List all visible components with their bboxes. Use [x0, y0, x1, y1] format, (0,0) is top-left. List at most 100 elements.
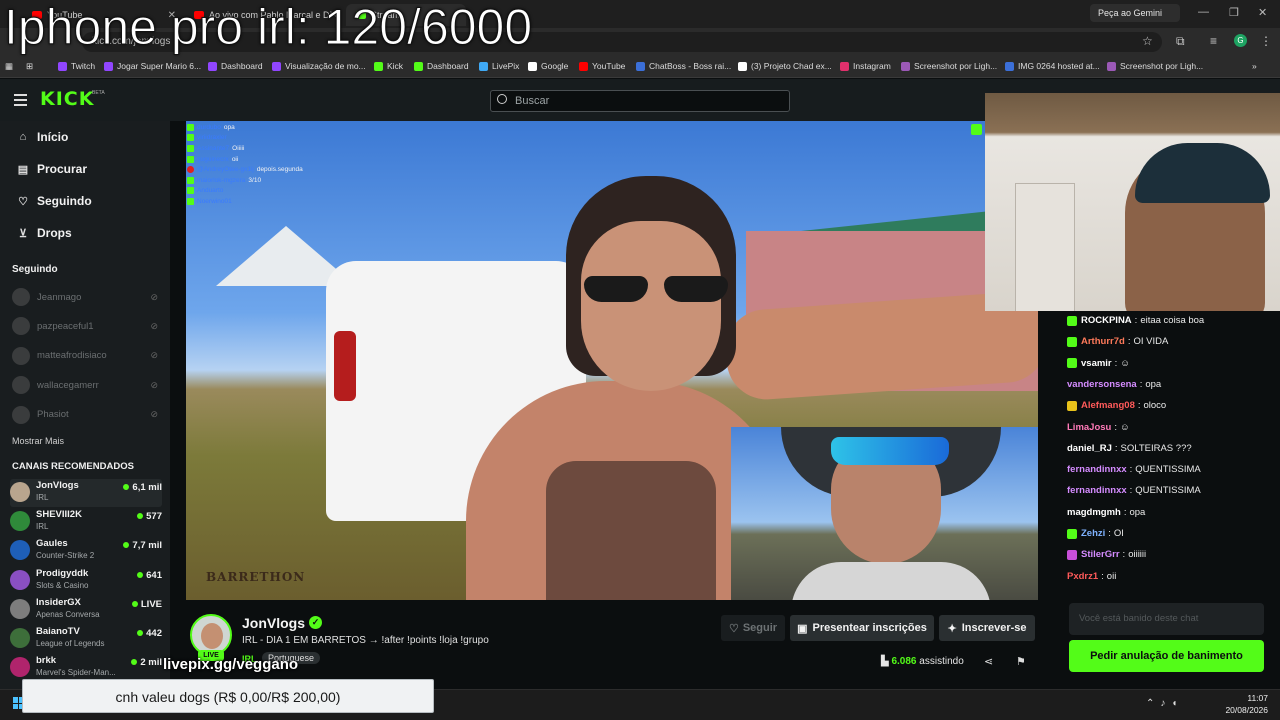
gift-subs-button[interactable]: ▣ Presentear inscrições — [790, 615, 934, 641]
request-unban-button[interactable]: Pedir anulação de banimento — [1069, 640, 1264, 672]
chat-badge-icon — [1067, 315, 1077, 326]
chat-username[interactable]: StilerGrr — [1081, 549, 1120, 560]
picture-in-picture-feed — [731, 427, 1038, 600]
bookmark-favicon-icon — [1107, 61, 1116, 71]
bookmark-item[interactable]: LivePix — [479, 61, 519, 71]
search-input[interactable]: Buscar — [490, 90, 790, 112]
tab-search-icon[interactable]: ≡ — [1210, 34, 1217, 48]
recommended-channel[interactable]: InsiderGX Apenas Conversa LIVE — [10, 596, 162, 624]
chat-badge-icon — [1067, 549, 1077, 560]
chevron-up-icon: ⌃ — [1146, 698, 1161, 709]
browser-menu-icon[interactable]: ⋮ — [1260, 34, 1272, 48]
following-item[interactable]: Phasiot ⊘ — [12, 405, 162, 425]
recommended-channel[interactable]: JonVlogs IRL 6,1 mil — [10, 479, 162, 507]
bookmark-item[interactable]: Dashboard — [414, 61, 469, 71]
star-icon: ✦ — [947, 622, 957, 635]
extensions-icon[interactable]: ⧉ — [1176, 34, 1185, 49]
maximize-icon[interactable]: ❐ — [1229, 6, 1239, 19]
bookmark-item[interactable]: Jogar Super Mario 6... — [104, 61, 201, 71]
apps-icon[interactable]: ▦ — [5, 61, 13, 72]
overlay-chat-line: @AndreyOtee-gx1ij depois.segunda — [187, 164, 347, 175]
bookmark-item[interactable]: Instagram — [840, 61, 891, 71]
chat-username[interactable]: LimaJosu — [1067, 422, 1111, 433]
gemini-button[interactable]: Peça ao Gemini — [1090, 4, 1180, 22]
follow-button[interactable]: ♡ Seguir — [721, 615, 785, 641]
bookmark-item[interactable]: (3) Projeto Chad ex... — [738, 61, 832, 71]
system-tray[interactable]: ⌃♪◖ — [1146, 698, 1183, 709]
recommended-channel[interactable]: BaianoTV League of Legends 442 — [10, 625, 162, 653]
chat-username[interactable]: daniel_RJ — [1067, 443, 1112, 454]
share-icon[interactable]: ⋖ — [984, 655, 993, 668]
chat-username[interactable]: Pxdrz1 — [1067, 571, 1098, 582]
hamburger-menu-icon[interactable] — [14, 94, 27, 109]
minimize-icon[interactable]: — — [1198, 6, 1209, 18]
following-item[interactable]: Jeanmago ⊘ — [12, 287, 162, 307]
overlay-chat-line: Noerwino01 — [187, 196, 347, 207]
avatar — [10, 569, 30, 590]
profile-avatar-icon[interactable]: G — [1234, 34, 1247, 47]
chat-username[interactable]: vsamir — [1081, 358, 1112, 369]
show-more-link[interactable]: Mostrar Mais — [12, 436, 64, 446]
recommended-channel[interactable]: brkk Marvel's Spider-Man... 2 mil — [10, 654, 162, 682]
chat-username[interactable]: fernandinnxx — [1067, 464, 1127, 475]
avatar — [10, 657, 30, 678]
subscribe-button[interactable]: ✦ Inscrever-se — [939, 615, 1035, 641]
kick-logo[interactable]: KICK — [40, 88, 94, 110]
recommended-heading: CANAIS RECOMENDADOS — [12, 461, 134, 472]
bookmark-item[interactable]: Visualização de mo... — [272, 61, 366, 71]
chat-username[interactable]: Arthurr7d — [1081, 336, 1125, 347]
live-dot-icon — [137, 630, 144, 636]
bookmark-item[interactable]: Screenshot por Ligh... — [1107, 61, 1203, 71]
chat-input[interactable]: Você está banido deste chat — [1069, 603, 1264, 635]
bookmark-favicon-icon — [414, 61, 423, 71]
grid-icon[interactable]: ⊞ — [26, 61, 33, 72]
offline-icon: ⊘ — [150, 350, 158, 361]
report-icon[interactable]: ⚑ — [1016, 655, 1026, 668]
bookmark-item[interactable]: Google — [528, 61, 568, 71]
recommended-channel[interactable]: Gaules Counter-Strike 2 7,7 mil — [10, 537, 162, 565]
bookmarks-overflow-icon[interactable]: » — [1252, 61, 1257, 71]
chat-message: ROCKPINA: eitaa coisa boa — [1067, 315, 1204, 326]
chat-message: Alefmang08: oloco — [1067, 400, 1166, 411]
chat-username[interactable]: Alefmang08 — [1081, 400, 1135, 411]
sidebar-item-drops[interactable]: ⊻ Drops — [16, 226, 72, 240]
bookmark-item[interactable]: ChatBoss - Boss rai... — [636, 61, 731, 71]
chat-username[interactable]: magdmgmh — [1067, 507, 1121, 518]
bookmark-favicon-icon — [1005, 61, 1014, 71]
following-item[interactable]: matteafrodisiaco ⊘ — [12, 346, 162, 366]
chat-badge-icon — [1067, 528, 1077, 539]
bookmark-favicon-icon — [479, 61, 488, 71]
close-window-icon[interactable]: ✕ — [1258, 6, 1267, 19]
chat-username[interactable]: vandersonsena — [1067, 379, 1137, 390]
chat-message: Arthurr7d: OI VIDA — [1067, 336, 1168, 347]
recommended-channel[interactable]: SHEVIII2K IRL 577 — [10, 508, 162, 536]
livepix-overlay: livepix.gg/veggano — [163, 656, 299, 673]
avatar — [12, 288, 30, 306]
bookmark-item[interactable]: Dashboard — [208, 61, 263, 71]
chat-username[interactable]: fernandinnxx — [1067, 485, 1127, 496]
avatar — [12, 405, 30, 424]
sidebar-item-seguindo[interactable]: ♡ Seguindo — [16, 194, 92, 208]
bookmark-item[interactable]: YouTube — [579, 61, 625, 71]
recommended-channel[interactable]: Prodigyddk Slots & Casino 641 — [10, 567, 162, 595]
bookmark-item[interactable]: IMG 0264 hosted at... — [1005, 61, 1100, 71]
clock-date[interactable]: 20/08/2026 — [1222, 705, 1268, 715]
streamer-name[interactable]: JonVlogs — [242, 615, 305, 631]
bookmark-item[interactable]: Screenshot por Ligh... — [901, 61, 997, 71]
following-item[interactable]: wallacegamerr ⊘ — [12, 375, 162, 395]
clock-time[interactable]: 11:07 — [1236, 693, 1268, 703]
chat-message: fernandinnxx: QUENTISSIMA — [1067, 464, 1201, 476]
sidebar-item-inicio[interactable]: ⌂ Início — [16, 130, 69, 144]
chat-message: StilerGrr: oiiiiii — [1067, 549, 1146, 560]
chat-username[interactable]: ROCKPINA — [1081, 315, 1132, 326]
bookmark-star-icon[interactable]: ☆ — [1142, 34, 1153, 48]
following-heading: Seguindo — [12, 264, 58, 275]
chat-username[interactable]: Zehzi — [1081, 528, 1105, 539]
bookmark-item[interactable]: Twitch — [58, 61, 95, 71]
following-item[interactable]: pazpeaceful1 ⊘ — [12, 316, 162, 336]
avatar — [10, 511, 30, 532]
sidebar-item-procurar[interactable]: ▤ Procurar — [16, 162, 87, 176]
overlay-chat-line: viriidraxler — [187, 133, 347, 144]
bookmark-item[interactable]: Kick — [374, 61, 403, 71]
gift-icon: ▣ — [797, 622, 808, 635]
